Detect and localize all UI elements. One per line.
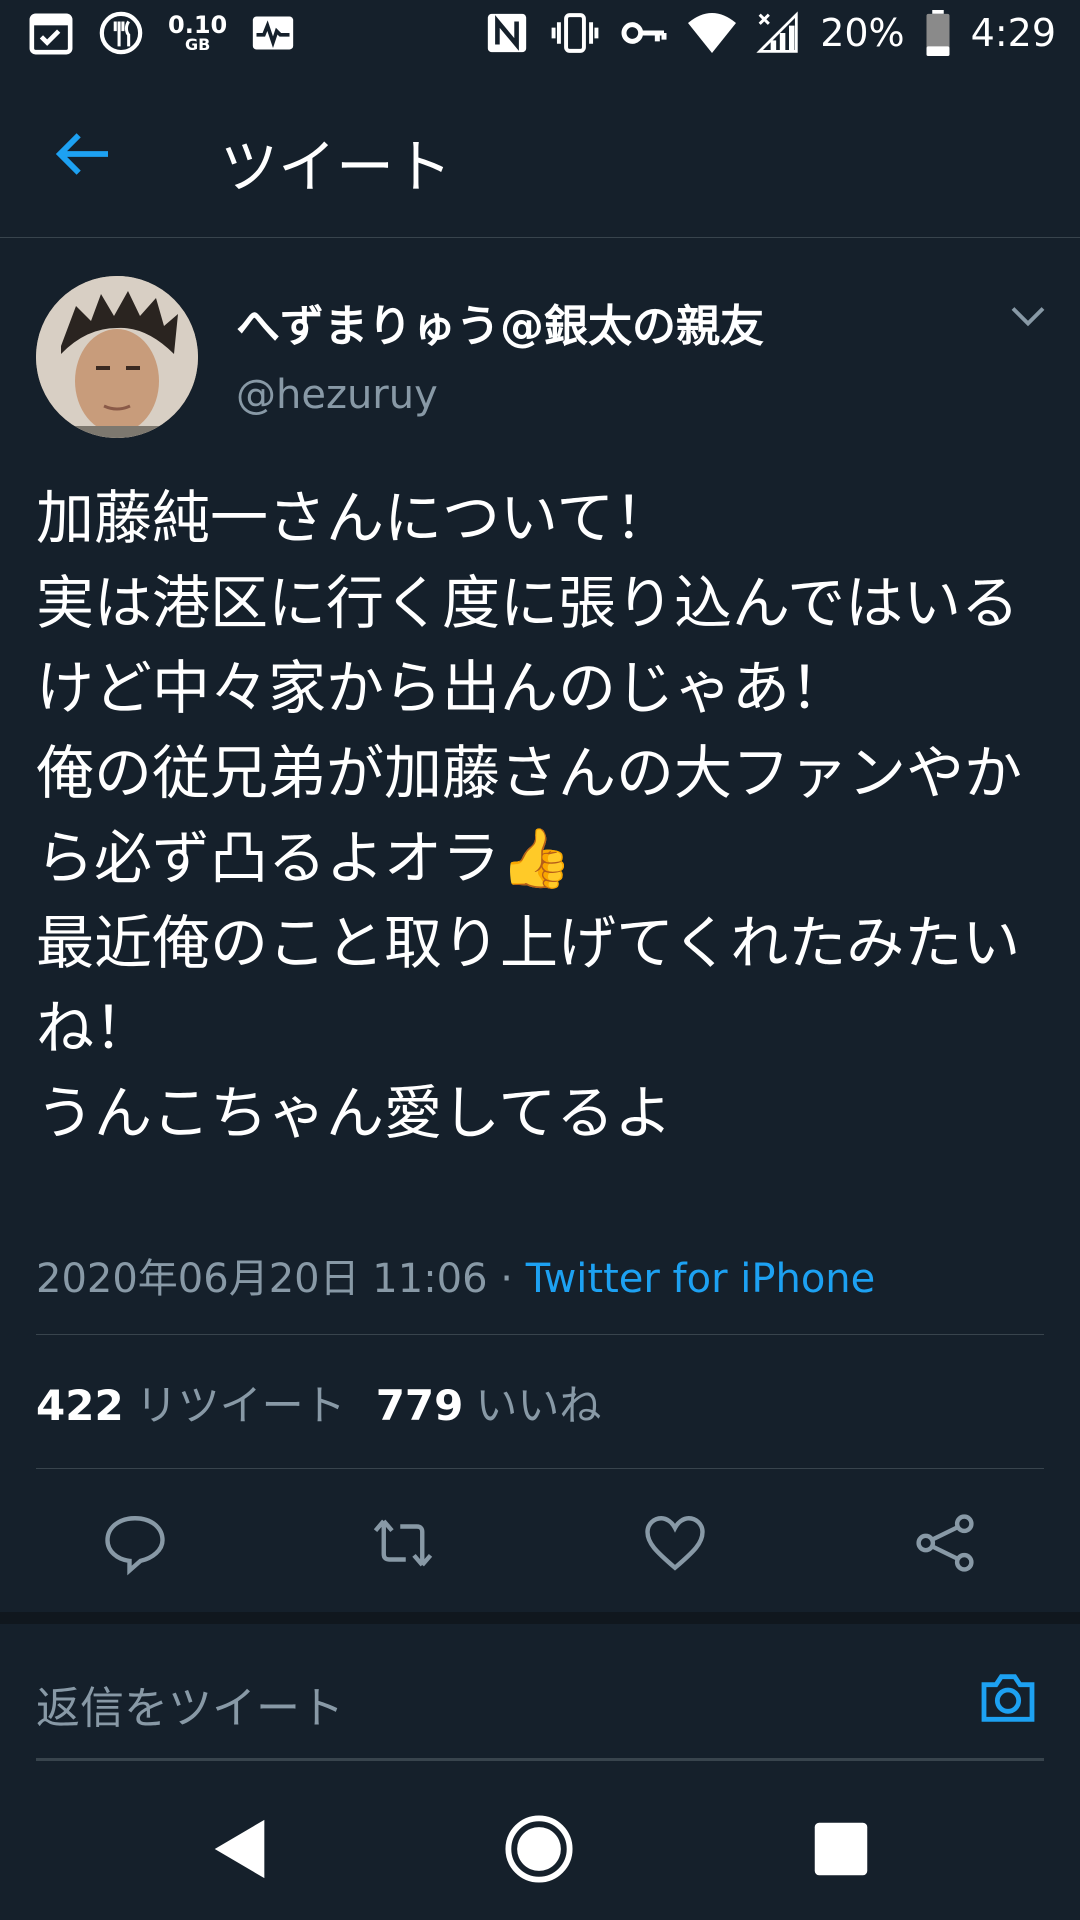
meta-separator: · — [487, 1256, 526, 1302]
tweet-stats: 422 リツイート 779 いいね — [36, 1372, 601, 1433]
divider — [36, 1468, 1044, 1469]
status-left: 0.10 GB — [28, 10, 295, 56]
data-usage-amount: 0.10 — [168, 11, 228, 39]
avatar[interactable] — [36, 276, 198, 438]
tweet-source-link[interactable]: Twitter for iPhone — [526, 1256, 876, 1302]
wifi-icon — [688, 13, 737, 53]
data-usage-unit: GB — [184, 35, 211, 54]
retweet-icon[interactable] — [370, 1510, 436, 1576]
battery-percent: 20% — [820, 11, 905, 55]
retweet-label: リツイート — [135, 1381, 346, 1430]
camera-icon[interactable] — [976, 1666, 1040, 1730]
page-title: ツイート — [220, 133, 453, 201]
data-usage-indicator: 0.10 GB — [168, 13, 227, 53]
activity-icon — [253, 16, 294, 50]
share-icon[interactable] — [912, 1510, 978, 1576]
arrow-left-icon[interactable] — [52, 122, 116, 186]
retweet-stat[interactable]: 422 リツイート — [36, 1372, 346, 1433]
chevron-down-icon[interactable] — [1010, 304, 1046, 328]
section-divider — [0, 1612, 1080, 1624]
clock: 4:29 — [970, 11, 1056, 55]
reply-composer[interactable]: 返信をツイート — [36, 1672, 1044, 1762]
status-bar: 0.10 GB 20% 4:29 — [0, 0, 1080, 72]
author-handle[interactable]: @hezuruy — [236, 372, 438, 418]
avatar-image — [36, 276, 198, 438]
divider — [36, 1334, 1044, 1335]
like-icon[interactable] — [642, 1510, 708, 1576]
cell-signal-icon — [756, 11, 798, 53]
vpn-key-icon — [621, 22, 667, 44]
recents-square-icon[interactable] — [806, 1814, 876, 1884]
tweet-meta: 2020年06月20日 11:06 · Twitter for iPhone — [36, 1246, 875, 1304]
like-stat[interactable]: 779 いいね — [376, 1372, 602, 1433]
retweet-count: 422 — [36, 1381, 124, 1430]
author-name[interactable]: へずまりゅう@銀太の親友 — [236, 290, 764, 354]
tweet-text: 加藤純一さんについて！ 実は港区に行く度に張り込んではいるけど中々家から出んのじ… — [36, 484, 1023, 1147]
calendar-check-icon — [29, 13, 73, 55]
restaurant-icon — [99, 11, 143, 55]
tweet-timestamp: 2020年06月20日 11:06 — [36, 1256, 488, 1302]
battery-icon — [926, 10, 950, 56]
like-count: 779 — [375, 1381, 464, 1430]
app-header: ツイート — [0, 72, 1080, 238]
like-label: いいね — [475, 1381, 602, 1430]
reply-icon[interactable] — [102, 1510, 168, 1576]
status-right: 20% 4:29 — [484, 10, 1056, 56]
system-nav-bar — [0, 1770, 1080, 1920]
reply-input[interactable]: 返信をツイート — [36, 1672, 344, 1736]
tweet-actions — [0, 1506, 1080, 1576]
back-triangle-icon[interactable] — [206, 1814, 276, 1884]
home-circle-icon[interactable] — [504, 1814, 574, 1884]
nfc-icon — [488, 13, 527, 53]
vibrate-icon — [551, 13, 599, 53]
reply-underline — [36, 1758, 1044, 1761]
